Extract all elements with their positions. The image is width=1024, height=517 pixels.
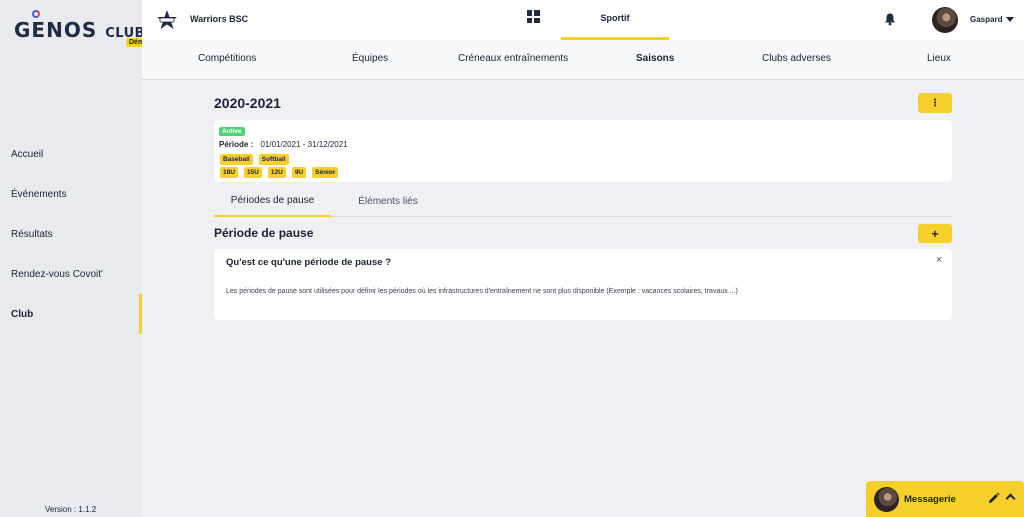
season-title: 2020-2021 [214,95,281,111]
sport-chips: Baseball Softball [220,154,289,165]
info-title: Qu'est ce qu'une période de pause ? [226,257,391,268]
period-label: Période : [219,140,254,149]
subnav-lieux[interactable]: Lieux [927,53,951,64]
subnav-competitions[interactable]: Compétitions [198,53,256,64]
tab-sportif[interactable]: Sportif [561,0,669,40]
messaging-bar[interactable]: Messagerie [866,481,1024,517]
category-chip: Sénior [312,167,339,178]
chevron-up-icon[interactable] [1005,493,1016,504]
season-menu-button[interactable]: ⋮ [918,93,952,113]
category-chip: 15U [243,167,262,178]
sidebar-nav: Accueil Événements Résultats Rendez-vous… [0,134,142,334]
sidebar-item-accueil[interactable]: Accueil [0,134,142,174]
section-nav: Compétitions Équipes Créneaux entraîneme… [142,40,1024,80]
category-chip: 9U [291,167,307,178]
category-chip: 12U [267,167,286,178]
sidebar-item-club[interactable]: Club [0,294,142,334]
close-icon[interactable]: × [936,254,942,266]
season-card: Active Période : 01/01/2021 - 31/12/2021… [214,120,952,182]
messaging-label: Messagerie [904,494,956,505]
season-tabs: Périodes de pause Éléments liés [214,186,952,217]
sidebar-item-evenements[interactable]: Événements [0,174,142,214]
sidebar-item-covoit[interactable]: Rendez-vous Covoit' [0,254,142,294]
top-bar: Warriors BSC Sportif Gaspard [142,0,1024,40]
pause-section-title: Période de pause [214,226,314,240]
club-logo-icon[interactable] [156,9,178,31]
sport-chip: Baseball [220,154,253,165]
sidebar: GENOS CLUBS Démo Accueil Événements Résu… [0,0,154,517]
tab-elements-lies[interactable]: Éléments liés [344,186,432,217]
info-card: Qu'est ce qu'une période de pause ? × Le… [214,249,952,320]
period-line: Période : 01/01/2021 - 31/12/2021 [219,140,348,149]
subnav-equipes[interactable]: Équipes [352,53,388,64]
version-label: Version : 1.1.2 [45,505,97,514]
logo-name: GENOS [14,18,98,42]
user-name[interactable]: Gaspard [970,15,1002,24]
category-chip: 18U [220,167,238,178]
caret-down-icon[interactable] [1006,17,1014,22]
status-badge: Active [219,127,245,136]
bell-icon[interactable] [883,12,897,26]
messaging-avatar [874,487,899,512]
dashboard-icon[interactable] [527,10,540,23]
subnav-saisons[interactable]: Saisons [636,53,674,64]
genos-clubs-logo[interactable]: GENOS CLUBS [14,10,154,50]
user-avatar[interactable] [932,7,958,33]
tab-periodes-de-pause[interactable]: Périodes de pause [214,186,331,217]
period-value: 01/01/2021 - 31/12/2021 [260,140,348,149]
subnav-clubs-adverses[interactable]: Clubs adverses [762,53,831,64]
sport-chip: Softball [258,154,289,165]
subnav-creneaux[interactable]: Créneaux entraînements [458,53,568,64]
logo-mark-icon [32,10,40,18]
category-chips: 18U 15U 12U 9U Sénior [220,167,339,178]
club-name[interactable]: Warriors BSC [190,14,248,24]
pencil-icon[interactable] [988,492,1000,504]
info-text: Les périodes de pause sont utilisées pou… [226,288,738,295]
sidebar-item-resultats[interactable]: Résultats [0,214,142,254]
add-pause-button[interactable]: + [918,224,952,243]
